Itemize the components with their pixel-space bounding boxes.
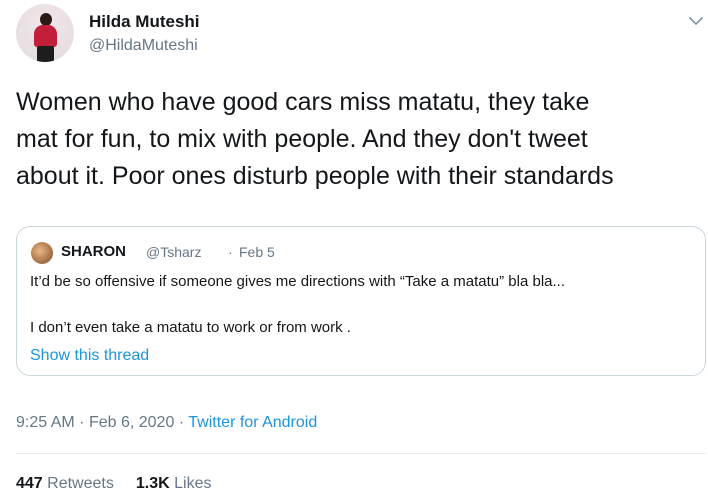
meta-separator: · bbox=[79, 414, 85, 431]
avatar-figure-body bbox=[34, 25, 57, 47]
quoted-author-avatar bbox=[31, 242, 53, 264]
tweet-text-line: about it. Poor ones disturb people with … bbox=[16, 162, 614, 190]
retweets-stat[interactable]: 447 Retweets bbox=[16, 475, 114, 492]
quoted-separator: · bbox=[228, 244, 233, 260]
author-handle[interactable]: @HildaMuteshi bbox=[89, 37, 198, 55]
retweets-count: 447 bbox=[16, 475, 43, 492]
quoted-author-handle: @Tsharz bbox=[146, 244, 202, 260]
likes-count: 1.3K bbox=[135, 475, 170, 492]
quoted-text-line: I don’t even take a matatu to work or fr… bbox=[30, 319, 351, 336]
tweet-time[interactable]: 9:25 AM bbox=[16, 414, 75, 431]
meta-separator: · bbox=[178, 414, 185, 431]
quoted-tweet-card[interactable]: SHARON @Tsharz · Feb 5 It’d be so offens… bbox=[16, 226, 706, 376]
tweet-stats: 447 Retweets 1.3K Likes bbox=[16, 475, 211, 493]
show-thread-link[interactable]: Show this thread bbox=[30, 347, 149, 365]
likes-stat[interactable]: 1.3K Likes bbox=[136, 475, 212, 492]
tweet-text-line: mat for fun, to mix with people. And the… bbox=[16, 125, 588, 153]
tweet-date[interactable]: Feb 6, 2020 bbox=[89, 414, 174, 431]
divider bbox=[16, 453, 706, 454]
tweet-meta: 9:25 AM · Feb 6, 2020 · Twitter for Andr… bbox=[16, 414, 317, 432]
tweet-text: Women who have good cars miss matatu, th… bbox=[16, 84, 700, 195]
retweets-label: Retweets bbox=[47, 475, 114, 492]
author-avatar[interactable] bbox=[16, 4, 74, 62]
quoted-date: Feb 5 bbox=[239, 244, 275, 260]
tweet-source-link[interactable]: Twitter for Android bbox=[188, 414, 317, 431]
tweet-text-line: Women who have good cars miss matatu, th… bbox=[16, 88, 590, 116]
avatar-figure-legs bbox=[37, 46, 54, 62]
quoted-text-line: It’d be so offensive if someone gives me… bbox=[30, 273, 565, 290]
likes-label: Likes bbox=[174, 475, 212, 492]
author-display-name[interactable]: Hilda Muteshi bbox=[89, 12, 200, 32]
quoted-author-name: SHARON bbox=[61, 243, 127, 260]
chevron-down-icon[interactable] bbox=[688, 14, 704, 28]
